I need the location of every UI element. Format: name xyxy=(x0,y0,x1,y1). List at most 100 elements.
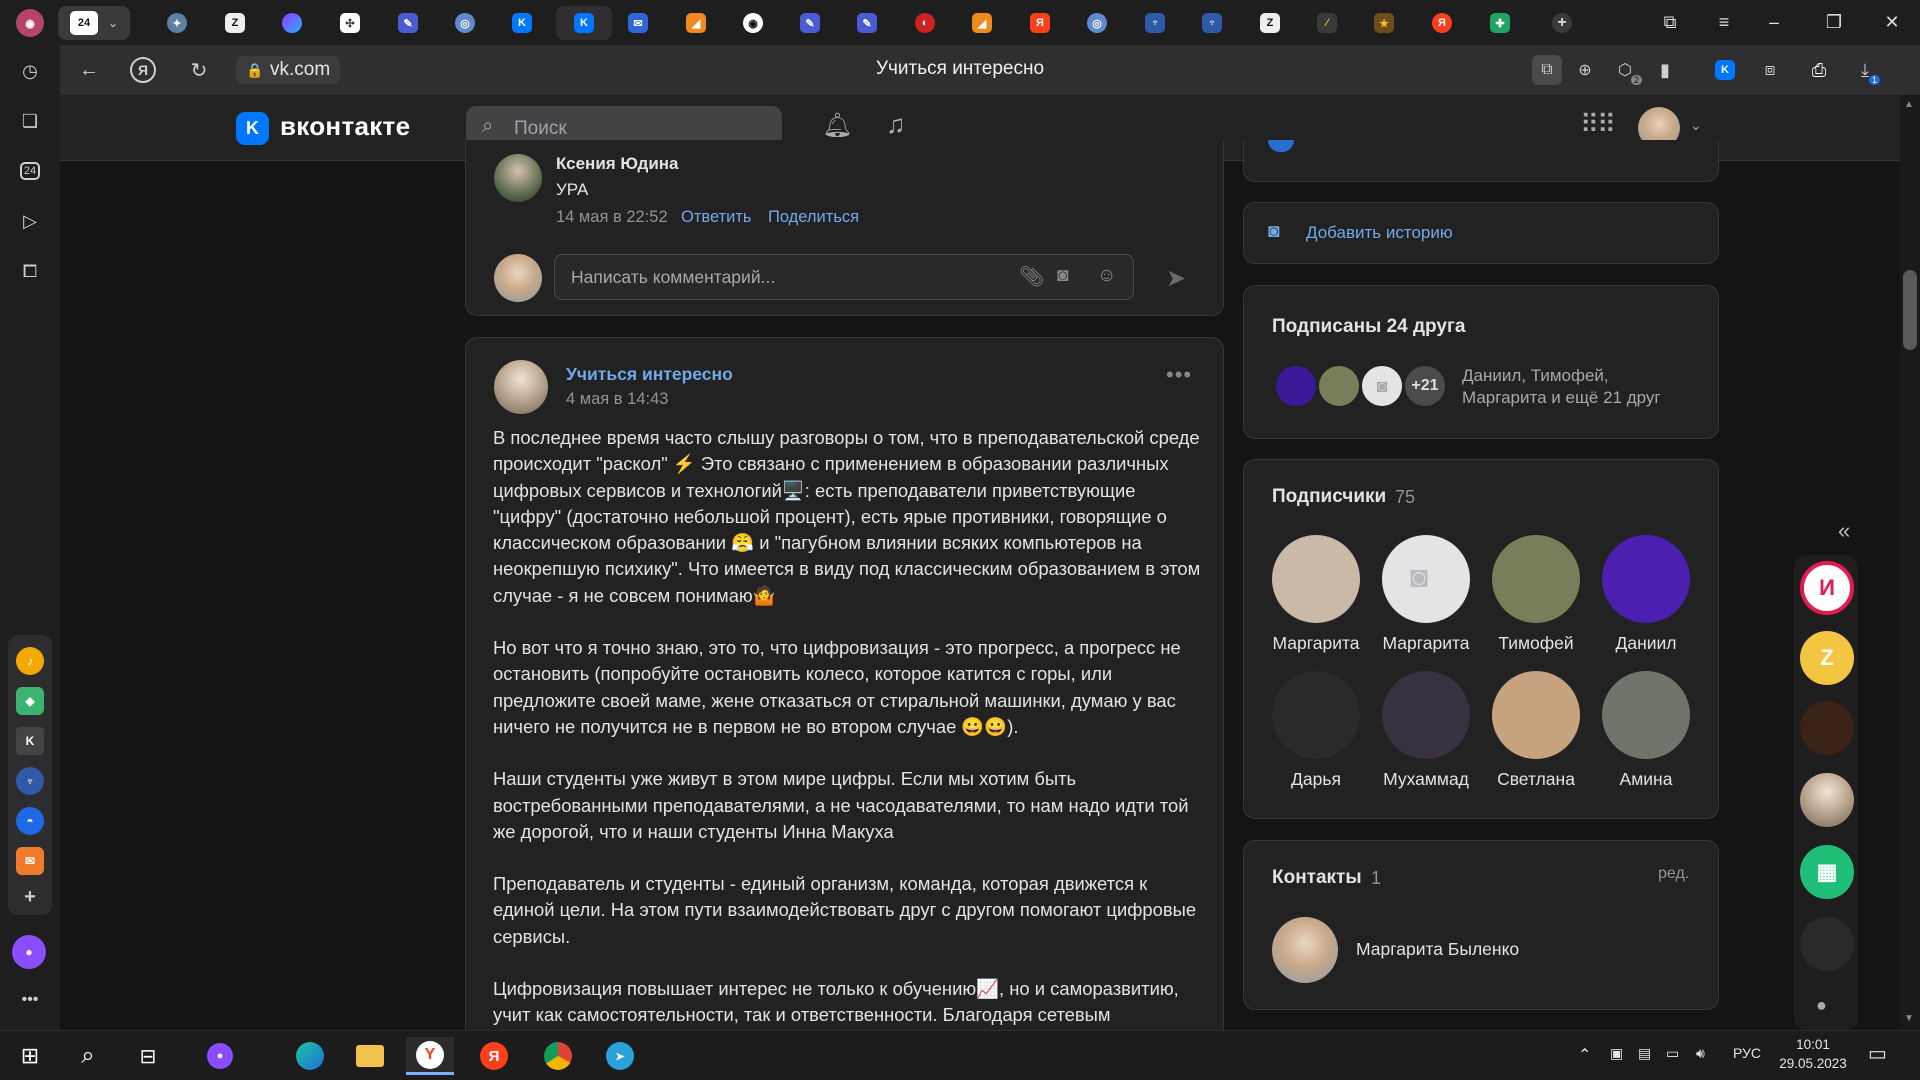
screenshot-icon[interactable]: ⧠ xyxy=(15,256,45,286)
mail-app-icon[interactable]: ✉ xyxy=(16,847,44,875)
comment-author-avatar[interactable] xyxy=(494,154,542,202)
follower-avatar[interactable] xyxy=(1272,671,1360,759)
follower-name[interactable]: Даниил xyxy=(1586,633,1706,654)
music-icon[interactable]: ♫ xyxy=(886,109,906,140)
page-scrollbar[interactable]: ▲ ▼ xyxy=(1900,95,1920,1030)
contact-avatar[interactable] xyxy=(1272,917,1338,983)
tab-favicon-19[interactable]: ⁄ xyxy=(1305,6,1349,40)
follower-name[interactable]: Маргарита xyxy=(1366,633,1486,654)
contact-name[interactable]: Маргарита Быленко xyxy=(1356,939,1519,960)
tab-favicon-18[interactable]: Z xyxy=(1248,6,1292,40)
contacts-edit-link[interactable]: ред. xyxy=(1658,865,1689,883)
profile-chevron-icon[interactable]: ⌄ xyxy=(1690,117,1702,134)
telegram-icon[interactable]: ➤ xyxy=(596,1037,644,1075)
yandex-taskbar-icon[interactable]: Я xyxy=(470,1037,518,1075)
task-view-icon[interactable]: ⊟ xyxy=(124,1037,172,1075)
apps-grid-icon[interactable]: ⠿⠿ xyxy=(1580,109,1616,140)
friend-avatar[interactable] xyxy=(1317,364,1361,408)
tab-favicon-15[interactable]: ◎ xyxy=(1075,6,1119,40)
alice-taskbar-icon[interactable]: ● xyxy=(196,1037,244,1075)
tab-favicon-20[interactable]: ★ xyxy=(1362,6,1406,40)
app-icon-4[interactable]: ♆ xyxy=(16,767,44,795)
calendar-icon[interactable]: ▦ xyxy=(1800,845,1854,899)
followers-title[interactable]: Подписчики xyxy=(1272,486,1386,508)
vk-extension-icon[interactable]: K xyxy=(1710,55,1740,85)
search-icon[interactable]: ⌕ xyxy=(64,1037,112,1075)
friends-more-badge[interactable]: +21 xyxy=(1403,364,1447,408)
tab-favicon-mail[interactable]: ✉ xyxy=(616,6,660,40)
tab-groups-button[interactable]: 24 ⌄ xyxy=(58,6,130,40)
vk-logo-icon[interactable]: K xyxy=(236,112,269,145)
language-indicator[interactable]: РУС xyxy=(1733,1045,1761,1061)
tray-expand-icon[interactable]: ⌃ xyxy=(1578,1045,1591,1065)
new-tab-button[interactable]: + xyxy=(1540,6,1584,40)
tab-favicon-22[interactable]: ✚ xyxy=(1478,6,1522,40)
close-icon[interactable]: ✕ xyxy=(1874,8,1910,36)
tabs-24-icon[interactable]: 24 xyxy=(15,156,45,186)
tab-favicon-8[interactable]: ◢ xyxy=(674,6,718,40)
follower-name[interactable]: Дарья xyxy=(1256,769,1376,790)
tab-favicon-3[interactable] xyxy=(270,6,314,40)
alice-icon[interactable]: ● xyxy=(12,935,46,969)
comment-input[interactable]: Написать комментарий... 📎︎ ◙ ☺ xyxy=(554,254,1134,300)
back-icon[interactable]: ← xyxy=(74,55,104,85)
tab-favicon-4[interactable]: ✣ xyxy=(328,6,372,40)
app-icon-2[interactable]: ◆ xyxy=(16,687,44,715)
follower-name[interactable]: Амина xyxy=(1586,769,1706,790)
zoom-icon[interactable]: ⊕ xyxy=(1570,55,1600,85)
file-explorer-icon[interactable] xyxy=(346,1037,394,1075)
follower-name[interactable]: Маргарита xyxy=(1256,633,1376,654)
clock[interactable]: 10:01 29.05.2023 xyxy=(1778,1037,1848,1071)
tray-icon-2[interactable]: ▤ xyxy=(1638,1045,1651,1062)
notifications-icon[interactable]: ▭ xyxy=(1868,1041,1887,1066)
vk-brand-name[interactable]: вконтакте xyxy=(280,111,410,142)
restore-icon[interactable]: ❐ xyxy=(1816,8,1852,36)
extensions-icon[interactable]: ⬡ 2 xyxy=(1610,55,1642,85)
send-icon[interactable]: ➤ xyxy=(1166,264,1186,293)
post-time[interactable]: 4 мая в 14:43 xyxy=(566,390,668,409)
scroll-down-icon[interactable]: ▼ xyxy=(1904,1013,1914,1024)
tab-favicon-5[interactable]: ✎ xyxy=(386,6,430,40)
follower-avatar[interactable] xyxy=(1602,535,1690,623)
downloads-icon[interactable]: ⤓ 1 xyxy=(1850,55,1880,85)
volume-icon[interactable]: 🔊︎ xyxy=(1696,1045,1705,1062)
camera-icon[interactable]: ◙ xyxy=(1057,265,1068,287)
tab-favicon-21[interactable]: Я xyxy=(1420,6,1464,40)
post-author-avatar[interactable] xyxy=(494,360,548,414)
zen-icon[interactable]: Z xyxy=(1800,631,1854,685)
friend-avatar[interactable] xyxy=(1274,364,1318,408)
follower-avatar[interactable] xyxy=(1492,671,1580,759)
more-icon[interactable]: ••• xyxy=(15,985,45,1015)
tab-favicon-11[interactable]: ✎ xyxy=(845,6,889,40)
tab-favicon-12[interactable]: ◐ xyxy=(903,6,947,40)
app-avatar-2[interactable] xyxy=(1800,773,1854,827)
follower-name[interactable]: Тимофей xyxy=(1476,633,1596,654)
battery-icon[interactable]: ▭ xyxy=(1666,1045,1679,1062)
music-app-icon[interactable]: ♪ xyxy=(16,647,44,675)
collections-icon[interactable]: ❏ xyxy=(15,106,45,136)
tab-favicon-17[interactable]: ♆ xyxy=(1190,6,1234,40)
tab-favicon-16[interactable]: ♆ xyxy=(1133,6,1177,40)
attach-icon[interactable]: 📎︎ xyxy=(1019,264,1044,289)
comment-time[interactable]: 14 мая в 22:52 xyxy=(556,208,668,227)
history-icon[interactable]: ◷ xyxy=(15,56,45,86)
app-avatar-3[interactable] xyxy=(1800,917,1854,971)
post-more-icon[interactable]: ••• xyxy=(1166,362,1192,388)
follower-name[interactable]: Светлана xyxy=(1476,769,1596,790)
notifications-bell-icon[interactable]: 🔔︎ xyxy=(822,111,852,140)
yandex-icon[interactable]: Я xyxy=(130,57,156,83)
tray-icon-1[interactable]: ▣ xyxy=(1610,1045,1623,1062)
add-story-link[interactable]: Добавить историю xyxy=(1306,223,1453,243)
app-icon-k[interactable]: K xyxy=(16,727,44,755)
tab-active-vk[interactable]: K xyxy=(556,6,612,40)
tab-favicon-1[interactable]: ✦ xyxy=(155,6,199,40)
follower-name[interactable]: Мухаммад xyxy=(1366,769,1486,790)
tab-favicon-2[interactable]: Z xyxy=(213,6,257,40)
share-link[interactable]: Поделиться xyxy=(768,208,859,227)
camera-icon[interactable]: ◙ xyxy=(1360,364,1404,408)
yandex-browser-menu-icon[interactable]: ◉ xyxy=(8,6,52,40)
scroll-up-icon[interactable]: ▲ xyxy=(1904,99,1914,110)
add-story-card[interactable]: ◙ Добавить историю xyxy=(1243,202,1719,264)
follower-avatar[interactable] xyxy=(1272,535,1360,623)
translate-icon[interactable]: ⎙ xyxy=(1804,55,1834,85)
